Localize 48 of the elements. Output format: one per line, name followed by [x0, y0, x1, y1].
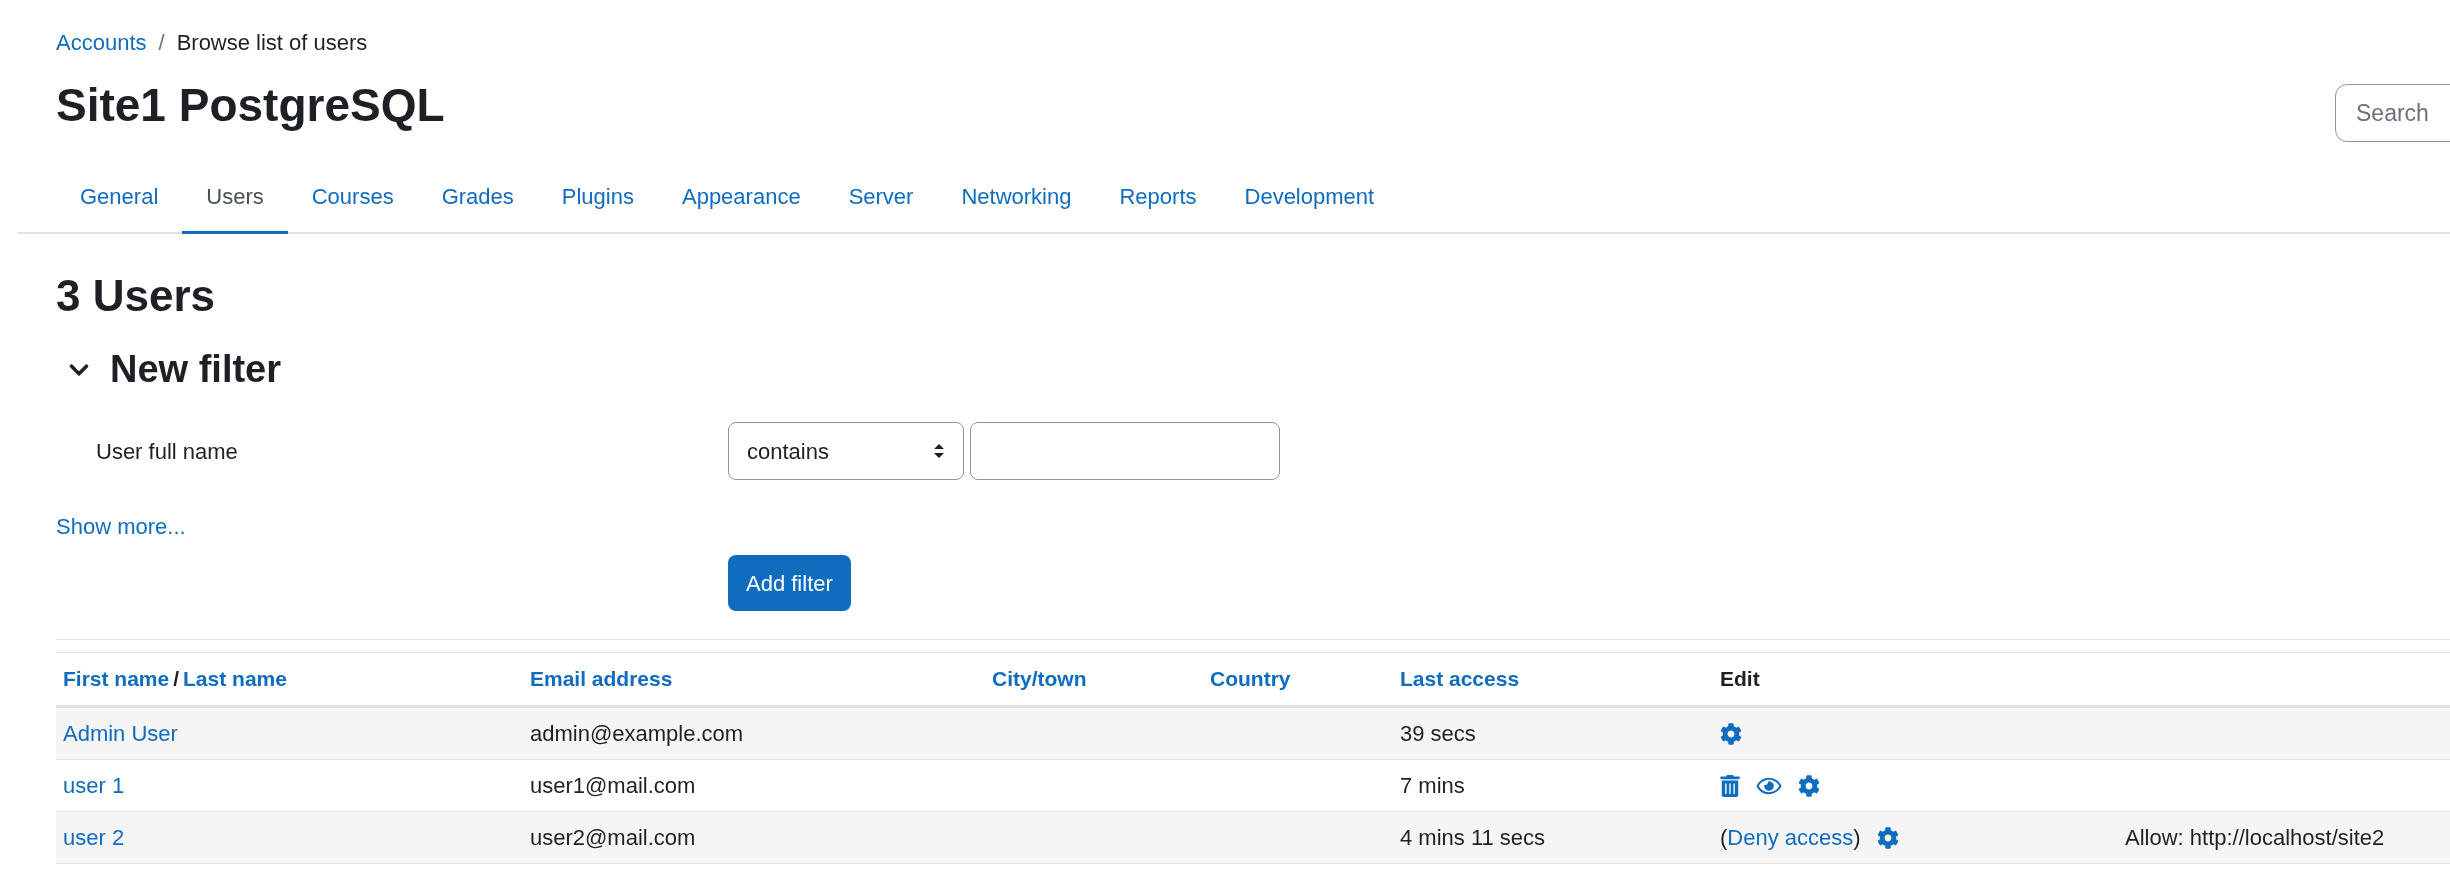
breadcrumb-separator: /: [158, 29, 165, 57]
sort-link[interactable]: Last name: [183, 663, 287, 695]
settings-icon[interactable]: [1720, 722, 1742, 745]
table-cell: 39 secs: [1400, 721, 1476, 746]
page-title: Site1 PostgreSQL: [56, 78, 445, 133]
show-more-link[interactable]: Show more...: [56, 510, 2450, 543]
table-cell: admin@example.com: [530, 721, 744, 746]
parenthesis: (: [1720, 824, 1728, 852]
nav-tab[interactable]: Networking: [937, 162, 1096, 234]
filter-label: User full name: [95, 437, 239, 466]
nav-tab[interactable]: Development: [1220, 162, 1399, 234]
sort-arrows-icon: [933, 443, 945, 459]
nav-tab[interactable]: Users: [182, 162, 288, 234]
separator: /: [173, 666, 180, 693]
nav-tab[interactable]: Plugins: [537, 162, 658, 234]
filter-heading: New filter: [110, 347, 282, 392]
table-cell: Allow: http://localhost/site2: [2125, 825, 2385, 850]
table-cell: user2@mail.com: [530, 825, 696, 850]
sort-link[interactable]: Country: [1210, 667, 1291, 691]
delete-icon[interactable]: [1720, 774, 1740, 797]
breadcrumb-link[interactable]: Accounts: [56, 26, 147, 59]
sort-link[interactable]: City/town: [992, 667, 1087, 691]
user-name-link[interactable]: user 1: [63, 773, 125, 798]
section-heading: 3 Users: [56, 270, 216, 322]
user-name-link[interactable]: Admin User: [63, 721, 178, 746]
sort-link[interactable]: Last access: [1400, 667, 1520, 691]
nav-tab[interactable]: General: [56, 162, 183, 234]
filter-value-field[interactable]: [970, 422, 1280, 480]
sort-link[interactable]: Email address: [530, 667, 673, 691]
search-field[interactable]: Search: [2335, 84, 2450, 142]
table-cell: 7 mins: [1400, 773, 1465, 798]
breadcrumb-current: Browse list of users: [176, 29, 368, 57]
nav-tab[interactable]: Courses: [287, 162, 418, 234]
settings-icon[interactable]: [1876, 826, 1899, 849]
operator-select[interactable]: contains: [728, 422, 964, 480]
nav-tab[interactable]: Reports: [1095, 162, 1221, 234]
sort-link[interactable]: First name: [63, 663, 170, 695]
add-filter-button[interactable]: Add filter: [728, 555, 851, 611]
table-cell: user1@mail.com: [530, 773, 696, 798]
settings-icon[interactable]: [1798, 774, 1820, 797]
nav-tab[interactable]: Server: [824, 162, 938, 234]
parenthesis: ): [1853, 824, 1861, 852]
nav-tab[interactable]: Appearance: [657, 162, 825, 234]
deny-access-link[interactable]: Deny access: [1727, 821, 1854, 854]
column-header: Edit: [1720, 667, 1760, 691]
table-cell: 4 mins 11 secs: [1400, 825, 1546, 850]
user-name-link[interactable]: user 2: [63, 825, 125, 850]
nav-tab[interactable]: Grades: [417, 162, 538, 234]
